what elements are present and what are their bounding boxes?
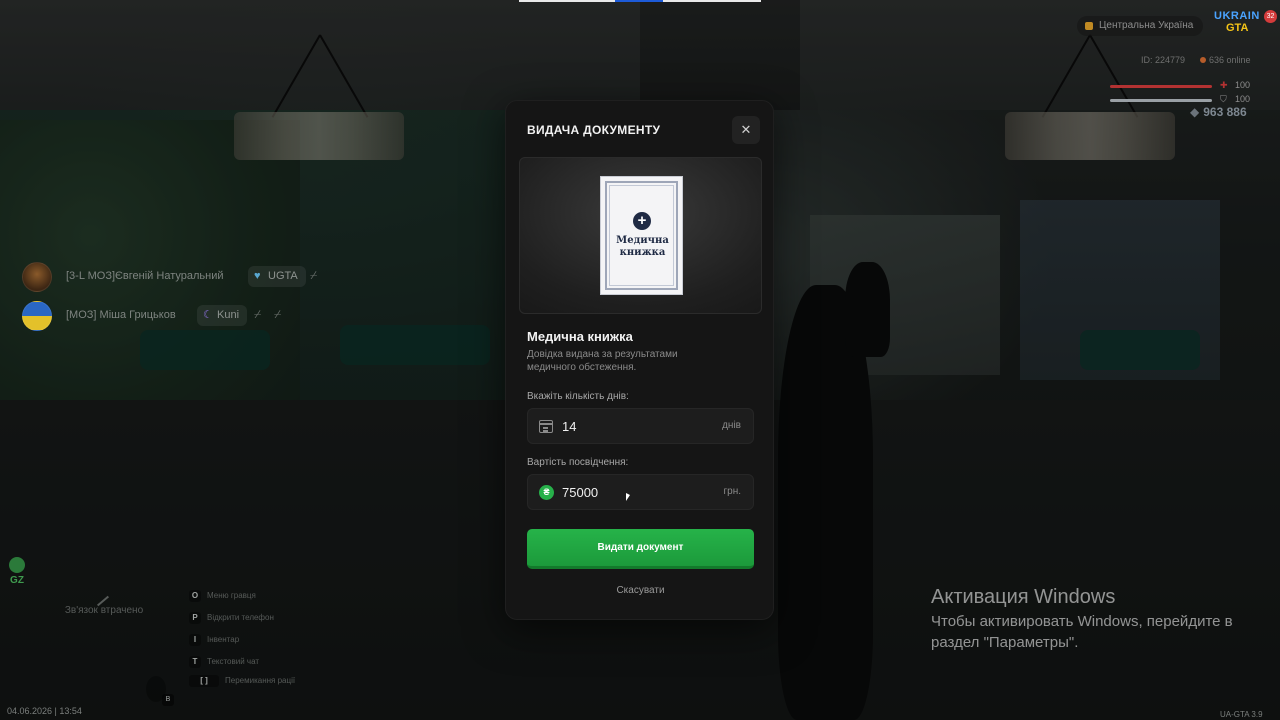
mic-muted-icon: ⌿ (310, 268, 318, 282)
speaker-tag: ♥ UGTA (248, 266, 306, 287)
issue-document-dialog: ВИДАЧА ДОКУМЕНТУ ✕ + Медична книжка Меди… (505, 100, 774, 620)
key-cap: I (189, 634, 201, 646)
money-display: ◆ 963 886 (1190, 105, 1247, 119)
greenzone-indicator: GZ (8, 557, 26, 586)
windows-activation-title: Активация Windows (931, 586, 1116, 608)
key-hint-label: Текстовий чат (207, 657, 260, 666)
money-icon: ◆ (1190, 105, 1200, 119)
avatar (22, 301, 52, 331)
greenzone-icon (9, 557, 25, 573)
heart-icon: ♥ (254, 270, 261, 282)
cancel-button[interactable]: Скасувати (527, 585, 754, 596)
days-field[interactable]: днів (527, 408, 754, 444)
top-progress-segment (615, 0, 663, 2)
region-badge: Центральна Україна (1077, 16, 1204, 36)
armor-value: 100 (1235, 94, 1251, 104)
dialog-title: ВИДАЧА ДОКУМЕНТУ (527, 123, 661, 137)
windows-activation-watermark: Активация Windows Чтобы активировать Win… (931, 585, 1241, 653)
key-hint: [ ] Перемикання рації (189, 675, 295, 687)
version-label: UA-GTA 3.9 (1220, 710, 1263, 719)
server-logo: UKRAIN GTA 32 (1214, 10, 1277, 40)
close-button[interactable]: ✕ (732, 116, 760, 144)
key-hint-label: Меню гравця (207, 591, 256, 600)
online-label: 636 online (1209, 55, 1251, 65)
price-label: Вартість посвідчення: (527, 457, 629, 468)
key-hint-label: Інвентар (207, 635, 240, 644)
online-icon (1200, 57, 1206, 63)
logo-line2: GTA (1226, 22, 1249, 34)
price-unit: грн. (723, 486, 741, 497)
logo-badge: 32 (1264, 10, 1277, 23)
price-field[interactable]: ₴ грн. (527, 474, 754, 510)
calendar-icon (539, 420, 553, 433)
medical-cross-icon: + (633, 212, 651, 230)
issue-document-button[interactable]: Видати документ (527, 529, 754, 569)
datetime: 04.06.2026 | 13:54 (7, 706, 82, 716)
mic-muted-icon: ⌿ (254, 307, 262, 321)
key-hint-label: Перемикання рації (225, 676, 296, 685)
online-count: 636 online (1200, 55, 1251, 65)
price-input[interactable] (562, 475, 712, 509)
speaker-tag-label: UGTA (268, 270, 298, 282)
days-label: Вкажіть кількість днів: (527, 391, 629, 402)
document-card-title: Медична книжка (616, 235, 669, 258)
document-description: Довідка видана за результатами медичного… (527, 349, 678, 373)
windows-activation-text: Чтобы активировать Windows, перейдите в … (931, 613, 1233, 651)
mouse-cursor-icon (626, 493, 630, 501)
days-unit: днів (722, 420, 741, 431)
health-bar (1110, 85, 1212, 88)
avatar (22, 262, 52, 292)
key-hint-label: Відкрити телефон (207, 613, 274, 622)
key-hint: I Інвентар (189, 634, 239, 646)
days-input[interactable] (562, 409, 712, 443)
key-cap: O (189, 590, 201, 602)
speaker-name: [МОЗ] Міша Грицьков (66, 309, 176, 321)
region-label: Центральна Україна (1099, 20, 1194, 31)
key-cap: P (189, 612, 201, 624)
money-value: 963 886 (1203, 105, 1247, 119)
armor-bar (1110, 99, 1212, 102)
key-hint: O Меню гравця (189, 590, 256, 602)
region-icon (1085, 22, 1093, 30)
player-id: ID: 224779 (1141, 55, 1186, 65)
speaker-tag-label: Kuni (217, 309, 240, 321)
sound-muted-icon: ⌿ (274, 307, 282, 321)
radio-status: Зв'язок втрачено (64, 605, 144, 616)
top-progress-bar (519, 0, 761, 2)
mic-key-cap: B (162, 694, 174, 706)
key-cap: [ ] (189, 675, 219, 687)
logo-line1: UKRAIN (1214, 10, 1260, 22)
document-card: + Медична книжка (600, 176, 683, 295)
speaker-name: [3-L МОЗ]Євгеній Натуральний (66, 270, 224, 282)
speaker-tag: ☾ Kuni (197, 305, 248, 326)
key-cap: T (189, 656, 201, 668)
health-icon: ✚ (1220, 80, 1228, 90)
document-preview: + Медична книжка (519, 157, 762, 314)
key-hint: T Текстовий чат (189, 656, 259, 668)
key-hint: P Відкрити телефон (189, 612, 274, 624)
armor-icon: ⛉ (1220, 94, 1227, 104)
hryvnia-coin-icon: ₴ (539, 485, 554, 500)
health-value: 100 (1235, 80, 1251, 90)
moon-icon: ☾ (203, 309, 213, 321)
document-name: Медична книжка (527, 329, 633, 344)
greenzone-label: GZ (10, 575, 24, 586)
